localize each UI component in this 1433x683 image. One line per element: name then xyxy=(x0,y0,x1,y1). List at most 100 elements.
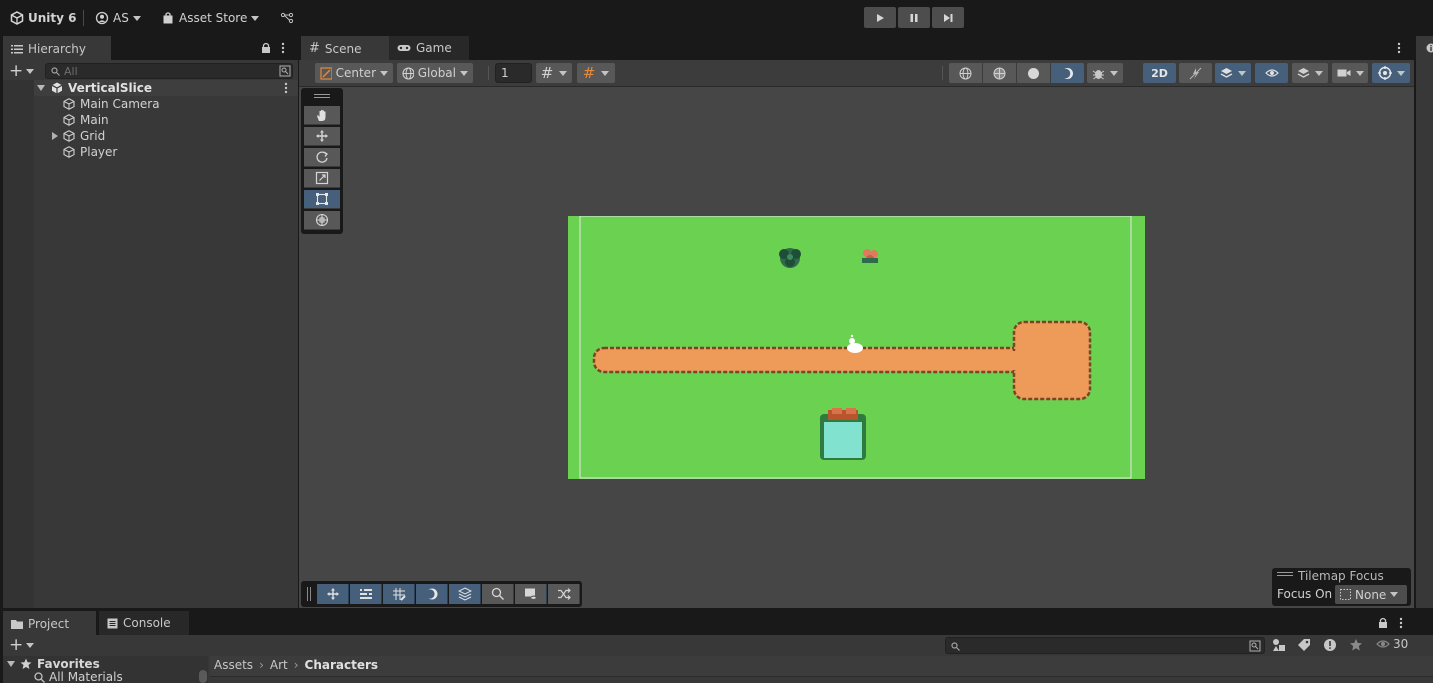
scrollbar-thumb[interactable] xyxy=(199,670,207,683)
tilemap-world[interactable] xyxy=(568,216,1145,479)
wireframe-shading-button[interactable] xyxy=(949,63,982,83)
more-options-icon[interactable] xyxy=(281,42,285,54)
transform-tool-button[interactable] xyxy=(304,211,340,230)
drag-handle-icon[interactable] xyxy=(1277,572,1293,573)
rect-transform-icon xyxy=(316,193,328,205)
shaded-button[interactable] xyxy=(1017,63,1050,83)
grid-snap-dropdown[interactable]: # xyxy=(577,63,615,83)
favorites-item[interactable]: All Materials xyxy=(34,671,123,683)
asset-store-dropdown[interactable]: Asset Store xyxy=(161,9,260,27)
rect-tool-button[interactable] xyxy=(304,190,340,209)
2d-mode-label: 2D xyxy=(1151,66,1168,80)
chevron-down-icon xyxy=(251,15,260,21)
gizmos-dropdown[interactable] xyxy=(1372,63,1410,83)
tilemap-layers-button[interactable] xyxy=(449,584,481,604)
search-overlay-button[interactable] xyxy=(482,584,514,604)
tab-inspector[interactable] xyxy=(1416,36,1433,60)
drag-handle-icon[interactable] xyxy=(307,587,311,601)
scene-row[interactable]: VerticalSlice xyxy=(3,80,298,96)
foldout-open-icon[interactable] xyxy=(7,661,15,667)
lock-icon[interactable] xyxy=(261,42,271,54)
scene-toolbar: Center Global 1 # # 2D xyxy=(299,60,1414,87)
tab-project[interactable]: Project xyxy=(3,611,96,635)
tab-hierarchy[interactable]: Hierarchy xyxy=(3,36,111,60)
scene-camera-dropdown[interactable] xyxy=(1332,63,1368,83)
favorites-row[interactable]: Favorites xyxy=(7,657,100,671)
hierarchy-item[interactable]: Main Camera xyxy=(3,96,298,112)
hierarchy-item[interactable]: Player xyxy=(3,144,298,160)
tile-palette-move-button[interactable] xyxy=(317,584,349,604)
unlit-shading-button[interactable] xyxy=(1051,63,1084,83)
favorites-label: Favorites xyxy=(37,657,100,671)
pivot-mode-dropdown[interactable]: Center xyxy=(315,63,393,83)
lock-icon[interactable] xyxy=(1378,617,1388,629)
filter-by-label-icon[interactable] xyxy=(1297,638,1311,652)
tab-game[interactable]: Game xyxy=(389,36,469,60)
focus-on-dropdown[interactable]: None xyxy=(1335,585,1407,604)
scale-tool-button[interactable] xyxy=(304,169,340,188)
breadcrumb-item[interactable]: Assets xyxy=(214,658,253,672)
gizmo-icon xyxy=(1377,66,1392,80)
rotate-tool-button[interactable] xyxy=(304,148,340,167)
tab-console[interactable]: Console xyxy=(99,611,189,635)
favorites-item-label: All Materials xyxy=(49,671,123,683)
breadcrumb-current[interactable]: Characters xyxy=(305,658,379,672)
create-button[interactable]: + xyxy=(9,61,35,81)
move-tool-button[interactable] xyxy=(304,127,340,146)
2d-mode-button[interactable]: 2D xyxy=(1143,63,1176,83)
star-icon[interactable] xyxy=(1349,638,1363,652)
filter-by-importer-icon[interactable] xyxy=(1323,638,1337,652)
camera-icon xyxy=(1337,69,1350,77)
chevron-down-icon xyxy=(601,70,610,76)
plus-icon: + xyxy=(9,61,24,81)
breadcrumb-trail: Assets › Art › Characters xyxy=(214,658,378,672)
account-dropdown[interactable]: AS xyxy=(95,9,141,27)
lighting-overlay-button[interactable] xyxy=(416,584,448,604)
foldout-closed-icon[interactable] xyxy=(52,132,58,140)
chevron-down-icon xyxy=(1390,592,1399,597)
scene-name: VerticalSlice xyxy=(68,81,152,95)
lighting-toggle[interactable] xyxy=(1179,63,1212,83)
hierarchy-item[interactable]: Grid xyxy=(3,128,298,144)
grid-snap-input[interactable]: 1 xyxy=(495,63,532,83)
search-scene-icon[interactable] xyxy=(1249,640,1261,652)
chevron-down-icon xyxy=(380,70,388,76)
shuffle-icon xyxy=(557,588,571,600)
unity-menu[interactable]: Unity 6 xyxy=(10,9,77,27)
step-button[interactable] xyxy=(932,7,964,28)
tile-palette-button[interactable] xyxy=(350,584,382,604)
hidden-packages-toggle[interactable]: 30 xyxy=(1376,637,1408,651)
pivot-rotation-dropdown[interactable]: Global xyxy=(397,63,473,83)
foldout-open-icon[interactable] xyxy=(37,85,45,91)
shuffle-overlay-button[interactable] xyxy=(548,584,580,604)
shaded-wireframe-button[interactable] xyxy=(983,63,1016,83)
pause-button[interactable] xyxy=(898,7,930,28)
hierarchy-item[interactable]: Main xyxy=(3,112,298,128)
drag-handle-icon[interactable] xyxy=(314,94,330,95)
unity-logo-icon xyxy=(10,11,24,25)
hierarchy-item-label: Main Camera xyxy=(80,97,160,111)
debug-draw-dropdown[interactable] xyxy=(1087,63,1123,83)
project-search-input[interactable] xyxy=(945,637,1265,654)
more-options-icon[interactable] xyxy=(1399,617,1403,629)
layers-dropdown[interactable] xyxy=(1292,63,1328,83)
move-arrows-icon xyxy=(316,130,328,142)
create-asset-button[interactable]: + xyxy=(9,637,35,654)
grid-visibility-dropdown[interactable]: # xyxy=(536,63,572,83)
breadcrumb-item[interactable]: Art xyxy=(270,658,288,672)
grid-brush-button[interactable] xyxy=(383,584,415,604)
scene-canvas[interactable]: Tilemap Focus Focus On None xyxy=(299,87,1414,608)
more-options-icon[interactable] xyxy=(284,82,288,94)
play-button[interactable] xyxy=(864,7,896,28)
hierarchy-search-input[interactable]: All xyxy=(45,63,293,79)
visibility-overlay-button[interactable] xyxy=(515,584,547,604)
more-options-icon[interactable] xyxy=(1397,42,1401,54)
scene-effects-dropdown[interactable] xyxy=(1215,63,1251,83)
filter-by-type-icon[interactable] xyxy=(1272,638,1286,652)
hand-tool-button[interactable] xyxy=(304,106,340,125)
tab-scene[interactable]: # Scene xyxy=(301,36,389,60)
version-control-button[interactable] xyxy=(280,9,294,27)
rotate-icon xyxy=(316,151,328,163)
search-scene-icon[interactable] xyxy=(279,65,291,77)
scene-visibility-toggle[interactable] xyxy=(1255,63,1288,83)
